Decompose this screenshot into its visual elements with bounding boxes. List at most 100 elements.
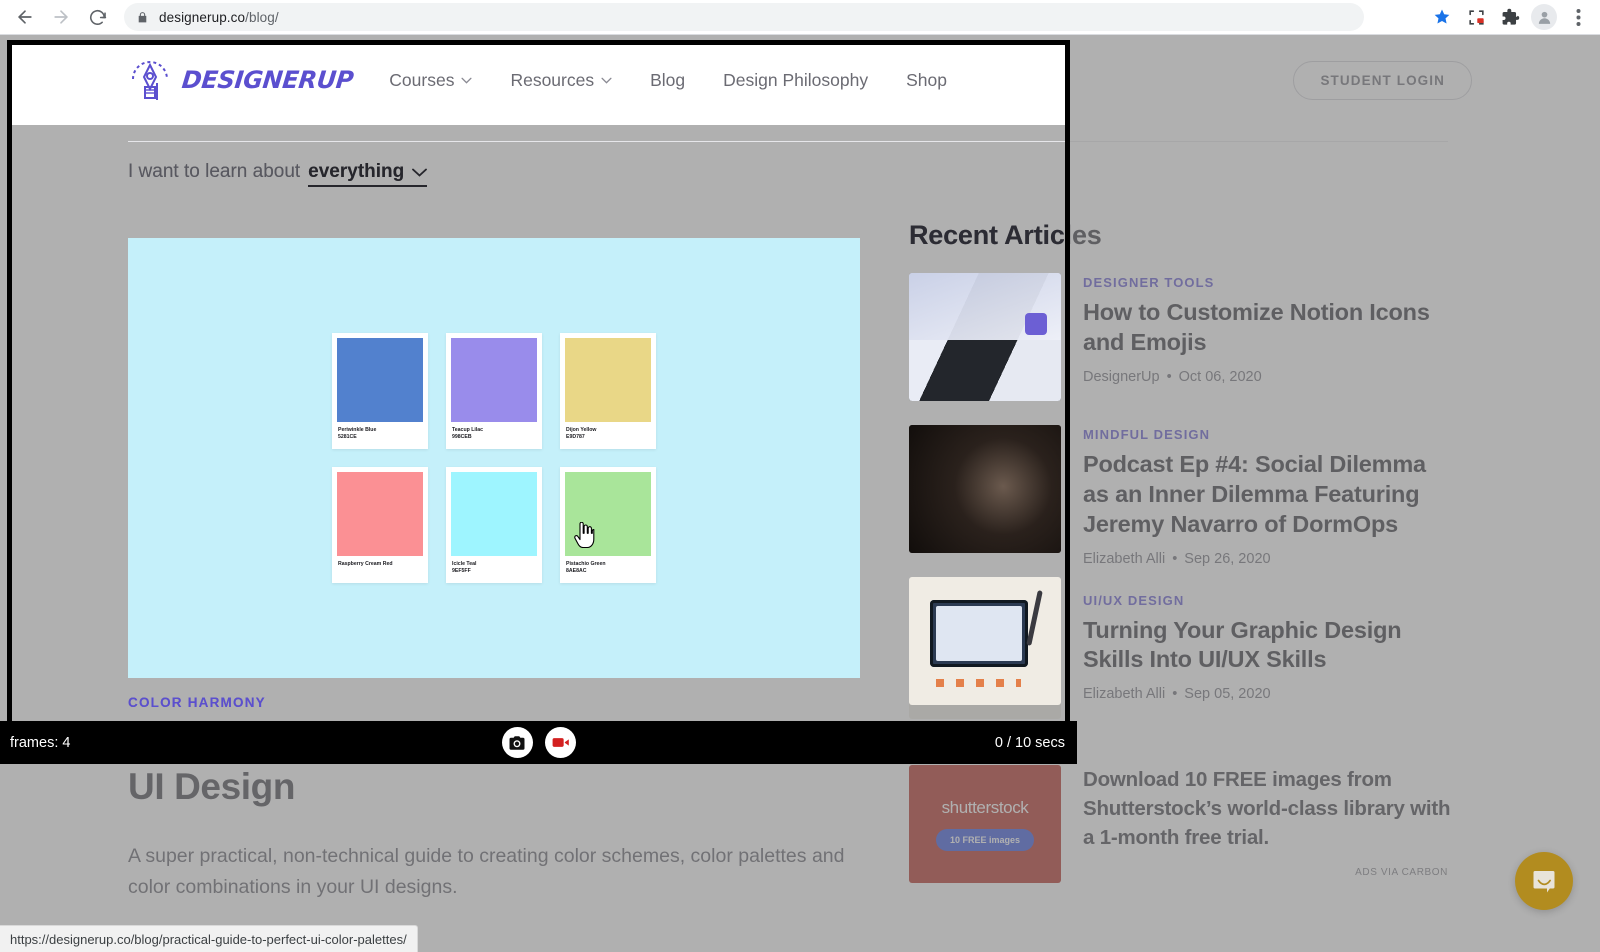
article-category[interactable]: DESIGNER TOOLS xyxy=(1083,275,1449,290)
swatch-hex: 5281CE xyxy=(338,434,357,441)
camera-icon[interactable] xyxy=(501,727,533,758)
screen-record-selection-region[interactable]: DESIGNERUP Courses Resources Blog Design… xyxy=(7,40,1070,726)
site-header-visible: DESIGNERUP Courses Resources Blog Design… xyxy=(12,45,1065,125)
article-thumbnail[interactable] xyxy=(909,273,1061,401)
recorder-frames-count: frames: 4 xyxy=(10,734,71,751)
carbon-ad[interactable]: shutterstock 10 FREE images Download 10 … xyxy=(909,765,1453,883)
recent-articles-sidebar: Recent Articles xyxy=(909,220,1070,721)
article-category[interactable]: UI/UX DESIGN xyxy=(1083,593,1449,608)
swatch-name: Dijon Yellow xyxy=(566,427,597,433)
article-author: Elizabeth Alli xyxy=(1083,686,1166,703)
swatch-card[interactable]: Dijon Yellow E9D787 xyxy=(560,333,656,449)
puzzle-piece-icon[interactable] xyxy=(1496,3,1524,31)
swatch-hex: E9D787 xyxy=(566,434,585,441)
swatch-hex: 8AE8AC xyxy=(566,568,587,575)
article-meta: DesignerUp • Oct 06, 2020 xyxy=(1083,368,1262,385)
swatch-chip xyxy=(337,472,423,556)
designerup-pen-nib-icon xyxy=(132,61,168,100)
swatch-chip xyxy=(565,338,651,422)
recorder-buttons xyxy=(501,727,576,758)
ad-pill-label: 10 FREE images xyxy=(935,828,1035,851)
browser-toolbar: designerup.co/blog/ xyxy=(0,0,1600,35)
pointing-hand-cursor-icon xyxy=(574,522,595,548)
swatch-card[interactable]: Icicle Teal 9EF5FF xyxy=(446,467,542,583)
nav-item-design-philosophy[interactable]: Design Philosophy xyxy=(723,70,868,91)
article-author: Elizabeth Alli xyxy=(1083,550,1166,567)
list-item[interactable] xyxy=(909,577,1065,705)
article-meta: Elizabeth Alli • Sep 26, 2020 xyxy=(1083,550,1271,567)
nav-label: Blog xyxy=(650,69,686,90)
article-title[interactable]: How to Customize Notion Icons and Emojis xyxy=(1083,298,1449,358)
swatch-name: Icicle Teal xyxy=(452,561,477,567)
ad-brand-label: shutterstock xyxy=(941,797,1029,817)
nav-label: Design Philosophy xyxy=(723,69,869,90)
article-category[interactable]: MINDFUL DESIGN xyxy=(1083,427,1449,442)
header-divider xyxy=(128,141,1065,142)
nav-item-shop[interactable]: Shop xyxy=(906,70,947,91)
status-bar-url: https://designerup.co/blog/practical-gui… xyxy=(0,925,418,952)
intercom-chat-icon[interactable] xyxy=(1515,852,1573,910)
chat-bubble-icon xyxy=(1533,871,1555,893)
learn-about-value: everything xyxy=(308,161,405,182)
nav-label: Resources xyxy=(510,69,595,90)
profile-avatar-icon[interactable] xyxy=(1530,3,1558,31)
featured-article-description: A super practical, non-technical guide t… xyxy=(128,845,845,899)
list-item[interactable] xyxy=(909,425,1065,553)
three-dot-menu-icon[interactable] xyxy=(1564,3,1592,31)
site-logo[interactable]: DESIGNERUP xyxy=(128,57,355,103)
nav-label: Courses xyxy=(389,69,455,90)
main-navigation: Courses Resources Blog Design Philosophy xyxy=(389,70,947,91)
swatch-name: Teacup Lilac xyxy=(452,427,484,433)
swatch-name: Raspberry Cream Red xyxy=(338,561,393,567)
color-swatch-grid: Periwinkle Blue 5281CE Teacup Lilac 998C… xyxy=(332,333,656,583)
featured-article-category[interactable]: COLOR HARMONY xyxy=(128,695,266,710)
article-meta: Elizabeth Alli • Sep 05, 2020 xyxy=(1083,686,1271,703)
address-bar-url: designerup.co/blog/ xyxy=(159,9,279,25)
learn-about-dropdown[interactable]: everything xyxy=(308,161,428,187)
swatch-hex: 9EF5FF xyxy=(452,568,471,575)
featured-article-hero[interactable]: Periwinkle Blue 5281CE Teacup Lilac 998C… xyxy=(128,238,860,678)
toolbar-icons xyxy=(1428,3,1600,31)
chevron-down-icon xyxy=(412,168,428,177)
article-date: Sep 05, 2020 xyxy=(1184,686,1271,703)
site-logo-text: DESIGNERUP xyxy=(180,66,355,94)
article-thumbnail[interactable] xyxy=(909,577,1061,705)
article-thumbnail[interactable] xyxy=(909,425,1061,553)
selection-content: DESIGNERUP Courses Resources Blog Design… xyxy=(12,45,1070,721)
swatch-card[interactable]: Teacup Lilac 998CEB xyxy=(446,333,542,449)
list-item[interactable] xyxy=(909,273,1065,401)
swatch-card[interactable]: Raspberry Cream Red xyxy=(332,467,428,583)
nav-item-resources[interactable]: Resources xyxy=(510,70,612,91)
address-bar[interactable]: designerup.co/blog/ xyxy=(124,3,1364,31)
article-title[interactable]: Turning Your Graphic Design Skills Into … xyxy=(1083,616,1449,676)
article-author: DesignerUp xyxy=(1083,368,1160,385)
ad-attribution: ADS VIA CARBON xyxy=(1350,865,1453,880)
chevron-down-icon xyxy=(601,77,612,84)
student-login-button[interactable]: STUDENT LOGIN xyxy=(1293,60,1472,100)
recent-articles-heading: Recent Articles xyxy=(909,220,1070,250)
video-camera-icon[interactable] xyxy=(544,727,576,758)
chevron-down-icon xyxy=(461,77,473,84)
swatch-card[interactable]: Periwinkle Blue 5281CE xyxy=(332,333,428,449)
forward-arrow-icon[interactable] xyxy=(44,0,78,34)
article-title[interactable]: Podcast Ep #4: Social Dilemma as an Inne… xyxy=(1083,450,1449,540)
back-arrow-icon[interactable] xyxy=(8,0,42,34)
nav-item-courses[interactable]: Courses xyxy=(389,69,473,91)
star-filled-icon[interactable] xyxy=(1428,3,1456,31)
article-date: Oct 06, 2020 xyxy=(1178,368,1262,385)
swatch-hex: 998CEB xyxy=(452,434,472,441)
shutterstock-ad-image[interactable]: shutterstock 10 FREE images xyxy=(909,765,1061,883)
swatch-chip xyxy=(451,472,537,556)
nav-item-blog[interactable]: Blog xyxy=(650,70,685,91)
swatch-name: Periwinkle Blue xyxy=(338,427,377,433)
swatch-chip xyxy=(337,338,423,422)
swatch-name: Pistachio Green xyxy=(566,561,606,567)
learn-about-prefix: I want to learn about xyxy=(128,161,301,182)
learn-about-filter: I want to learn about everything xyxy=(128,161,428,187)
screenshot-root: designerup.co/blog/ STUDENT LOGIN I want… xyxy=(0,0,1600,952)
reload-icon[interactable] xyxy=(80,0,114,34)
article-date: Sep 26, 2020 xyxy=(1184,550,1271,567)
screen-capture-icon[interactable] xyxy=(1462,3,1490,31)
nav-label: Shop xyxy=(906,69,947,90)
lock-icon xyxy=(136,11,149,24)
